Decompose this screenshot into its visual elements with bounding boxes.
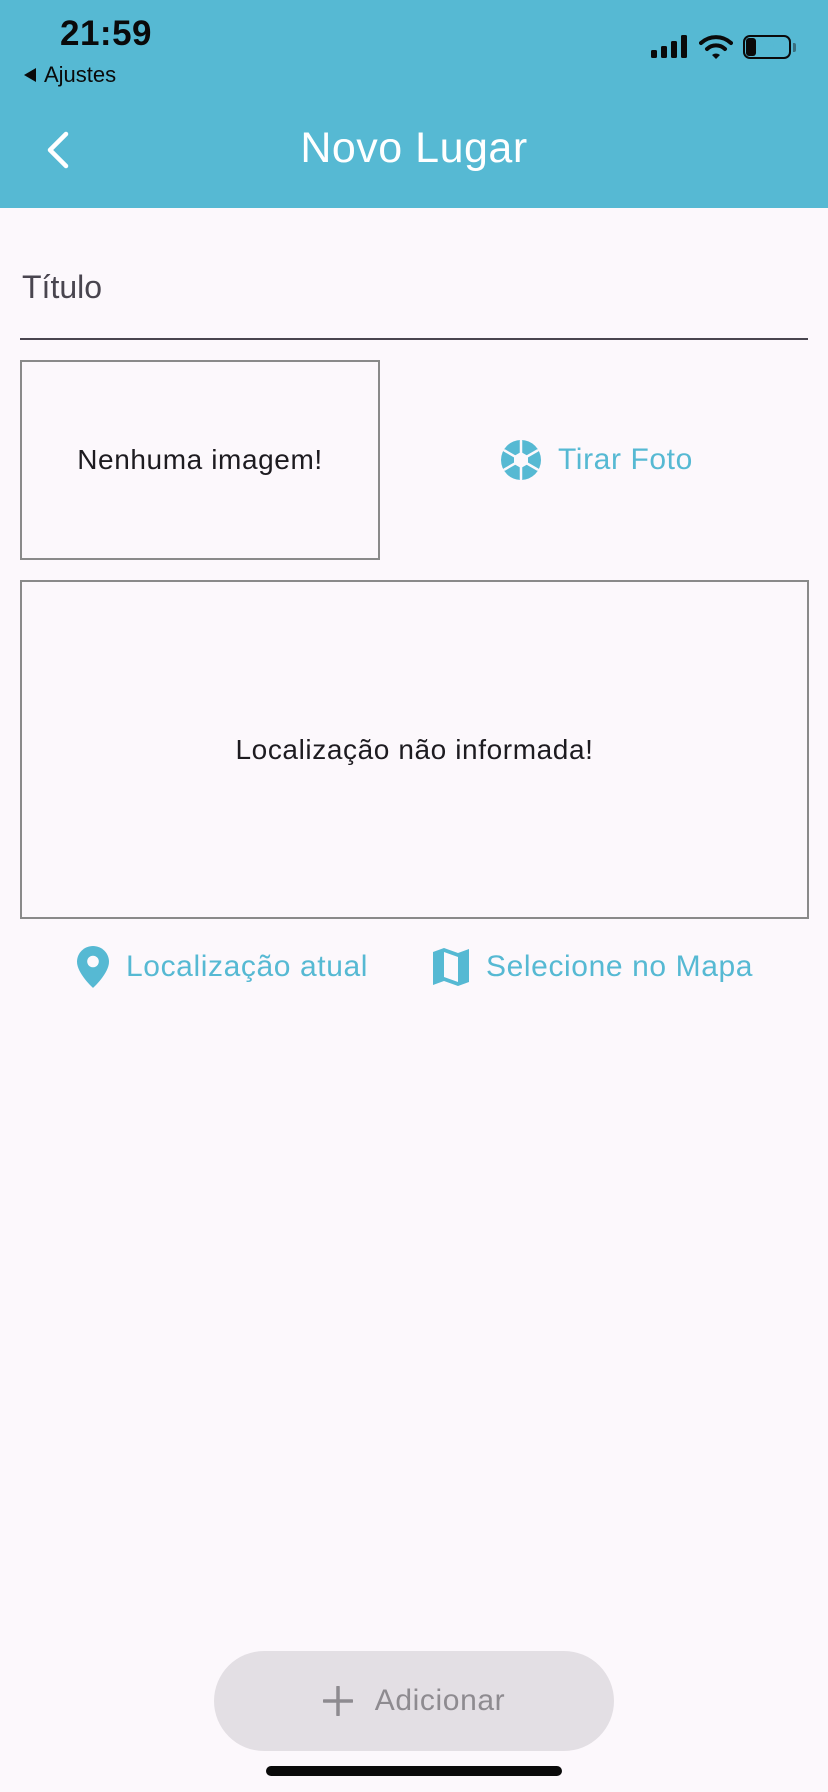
battery-icon: 24 [743, 35, 791, 59]
app-bar: 21:59 Ajustes 24 Novo Lugar [0, 0, 828, 208]
cellular-signal-icon [651, 35, 687, 58]
back-to-app-label: Ajustes [44, 62, 117, 87]
back-triangle-icon [24, 68, 36, 82]
plus-icon [322, 1686, 353, 1716]
status-icons: 24 [651, 34, 796, 60]
back-to-app-link[interactable]: Ajustes [24, 62, 116, 88]
add-button-label: Adicionar [374, 1684, 506, 1717]
wifi-icon [699, 35, 733, 59]
home-indicator[interactable] [266, 1766, 562, 1776]
location-preview: Localização não informada! [20, 580, 809, 919]
location-pin-icon [77, 946, 109, 988]
no-location-text: Localização não informada! [235, 733, 594, 765]
current-location-label: Localização atual [126, 950, 369, 983]
title-input[interactable] [22, 262, 782, 312]
select-on-map-button[interactable]: Selecione no Mapa [432, 942, 753, 992]
image-preview: Nenhuma imagem! [20, 360, 380, 560]
take-photo-label: Tirar Foto [558, 443, 693, 476]
no-image-text: Nenhuma imagem! [77, 444, 323, 475]
battery-tip [793, 42, 796, 52]
status-time: 21:59 [60, 14, 153, 53]
select-on-map-label: Selecione no Mapa [486, 950, 754, 983]
current-location-button[interactable]: Localização atual [76, 942, 368, 992]
take-photo-button[interactable]: Tirar Foto [500, 432, 693, 488]
title-field[interactable] [20, 240, 808, 340]
add-button[interactable]: Adicionar [214, 1651, 614, 1751]
map-icon [433, 948, 469, 986]
battery-level: 24 [756, 36, 778, 57]
camera-shutter-icon [501, 439, 541, 481]
page-title: Novo Lugar [300, 124, 528, 172]
